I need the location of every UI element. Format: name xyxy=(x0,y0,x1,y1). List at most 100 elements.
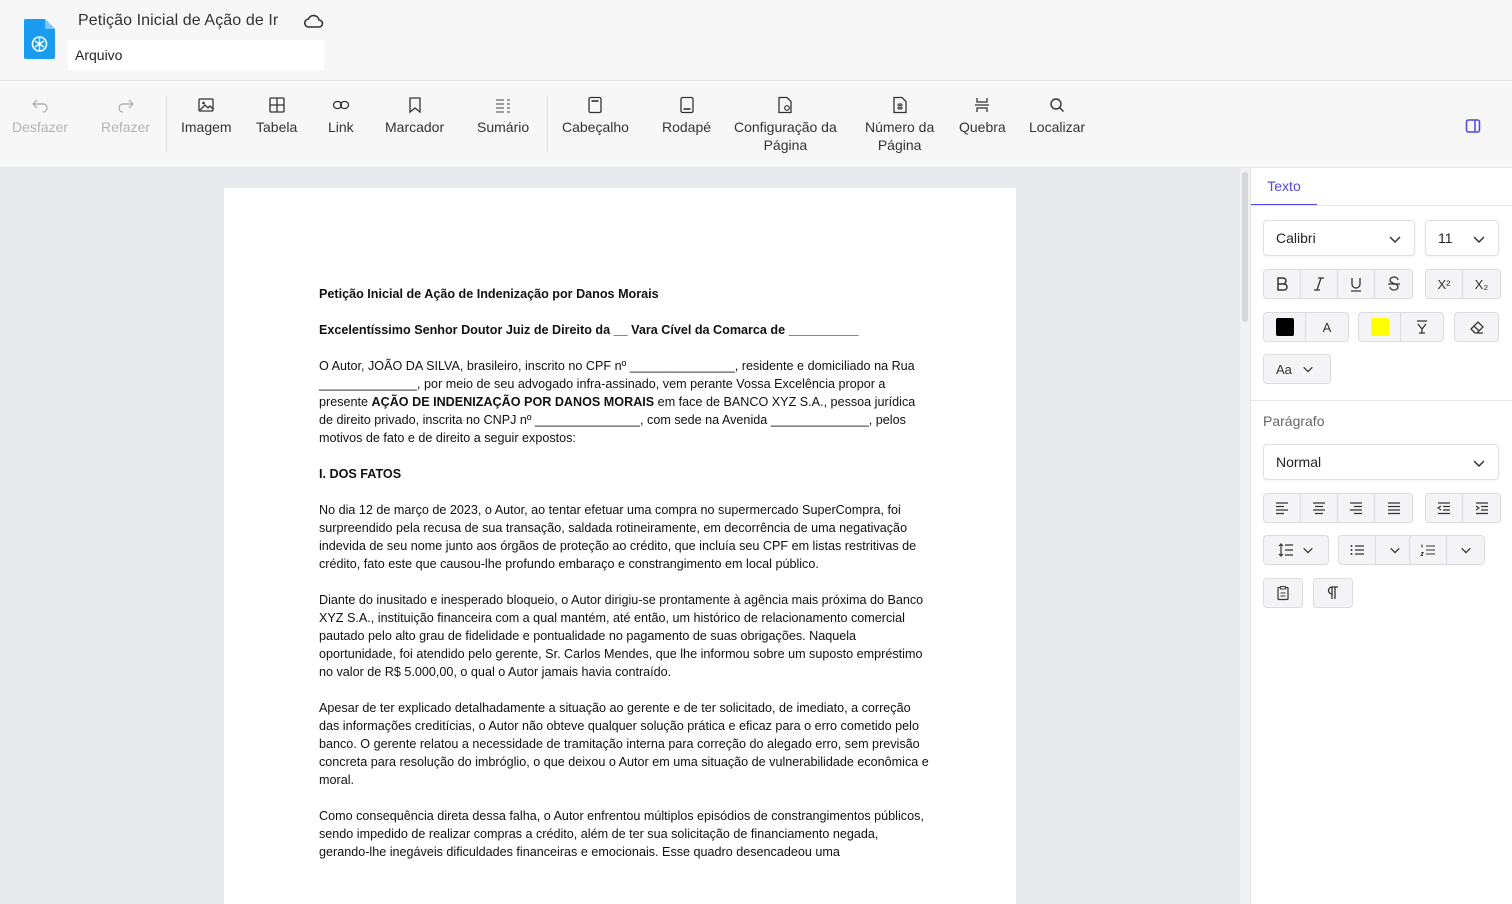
table-icon xyxy=(268,97,285,113)
underline-icon xyxy=(1351,278,1361,292)
document-paragraph: Apesar de ter explicado detalhadamente a… xyxy=(319,701,929,787)
indent-button[interactable] xyxy=(1463,494,1500,522)
document-title[interactable]: Petição Inicial de Ação de Ir xyxy=(78,12,290,30)
font-color-swatch-button[interactable] xyxy=(1264,313,1307,341)
section-heading: I. DOS FATOS xyxy=(319,467,402,481)
tab-divider xyxy=(1251,205,1512,206)
line-spacing-button[interactable] xyxy=(1264,536,1328,564)
align-right-button[interactable] xyxy=(1338,494,1375,522)
document-addressee: Excelentíssimo Senhor Doutor Juiz de Dir… xyxy=(319,323,859,337)
align-center-icon xyxy=(1313,502,1325,515)
header-button[interactable]: Cabeçalho xyxy=(562,96,629,136)
paragraph-spacing-button[interactable] xyxy=(1263,578,1303,608)
bullet-list-dropdown[interactable] xyxy=(1376,536,1413,564)
chevron-down-icon xyxy=(1473,236,1485,244)
editor-canvas: Petição Inicial de Ação de Indenização p… xyxy=(0,168,1240,904)
undo-button[interactable]: Desfazer xyxy=(12,96,68,136)
bullet-list-group xyxy=(1338,535,1414,565)
document-body[interactable]: Petição Inicial de Ação de Indenização p… xyxy=(319,285,929,879)
insert-link-button[interactable]: Link xyxy=(328,96,354,136)
line-spacing-icon xyxy=(1278,543,1293,557)
change-case-button[interactable]: Aa xyxy=(1264,355,1330,383)
menu-file[interactable]: Arquivo xyxy=(75,47,122,63)
highlight-swatch-button[interactable] xyxy=(1359,313,1402,341)
bookmark-label: Marcador xyxy=(385,119,445,135)
show-formatting-marks-button[interactable] xyxy=(1313,578,1353,608)
break-button[interactable]: Quebra xyxy=(959,96,1006,136)
page-break-icon xyxy=(975,98,990,112)
chevron-down-icon xyxy=(1303,366,1313,373)
font-size-select[interactable]: 11 xyxy=(1425,220,1499,256)
find-button[interactable]: Localizar xyxy=(1029,96,1085,136)
page-setup-label-2: Página xyxy=(763,137,808,153)
footer-button[interactable]: Rodapé xyxy=(662,96,711,136)
chevron-down-icon xyxy=(1303,547,1313,554)
sidebar-toggle-icon[interactable] xyxy=(1464,117,1482,135)
font-family-select[interactable]: Calibri xyxy=(1263,220,1415,256)
cloud-save-icon[interactable] xyxy=(304,12,324,30)
subscript-button[interactable]: X₂ xyxy=(1463,270,1500,298)
document-paragraph: Como consequência direta dessa falha, o … xyxy=(319,809,924,859)
page-setup-button[interactable]: Configuração da Página xyxy=(734,96,837,154)
document-intro-paragraph: O Autor, JOÃO DA SILVA, brasileiro, insc… xyxy=(319,357,929,447)
font-family-value: Calibri xyxy=(1276,230,1316,246)
page-header-icon xyxy=(588,96,603,114)
menu-bar: Arquivo xyxy=(68,40,324,70)
chevron-down-icon xyxy=(1389,547,1400,554)
numbered-list-button[interactable] xyxy=(1410,536,1447,564)
highlight-button[interactable] xyxy=(1401,313,1443,341)
page-number-label-2: Página xyxy=(877,137,922,153)
redo-button[interactable]: Refazer xyxy=(101,96,150,136)
tab-text[interactable]: Texto xyxy=(1251,168,1317,206)
redo-icon xyxy=(117,99,134,113)
vertical-scrollbar[interactable] xyxy=(1240,168,1250,904)
image-icon xyxy=(198,98,214,112)
insert-table-button[interactable]: Tabela xyxy=(256,96,297,136)
scrollbar-thumb[interactable] xyxy=(1242,172,1248,322)
strikethrough-icon xyxy=(1387,276,1400,291)
numbered-list-group xyxy=(1409,535,1485,565)
insert-toc-button[interactable]: Sumário xyxy=(477,96,529,136)
numbered-list-dropdown[interactable] xyxy=(1447,536,1484,564)
toolbar: Desfazer Refazer Imagem Tabela Link Marc… xyxy=(0,82,1512,168)
insert-image-button[interactable]: Imagem xyxy=(181,96,232,136)
link-icon xyxy=(332,100,349,110)
change-case-group: Aa xyxy=(1263,354,1331,384)
italic-icon xyxy=(1314,277,1324,291)
italic-button[interactable] xyxy=(1301,270,1338,298)
bullet-list-button[interactable] xyxy=(1339,536,1376,564)
eraser-icon xyxy=(1469,321,1484,334)
superscript-button[interactable]: X² xyxy=(1426,270,1463,298)
align-right-icon xyxy=(1350,502,1362,515)
strikethrough-button[interactable] xyxy=(1375,270,1412,298)
find-label: Localizar xyxy=(1029,119,1086,135)
clear-format-button[interactable] xyxy=(1454,312,1499,342)
page-number-icon xyxy=(892,96,907,114)
paragraph-section-label: Parágrafo xyxy=(1263,413,1325,429)
table-of-contents-icon xyxy=(496,99,511,113)
line-spacing-group xyxy=(1263,535,1329,565)
font-color-button[interactable]: A xyxy=(1306,313,1348,341)
insert-bookmark-button[interactable]: Marcador xyxy=(385,96,444,136)
paragraph-style-select[interactable]: Normal xyxy=(1263,444,1499,480)
header-label: Cabeçalho xyxy=(562,119,629,135)
align-center-button[interactable] xyxy=(1301,494,1338,522)
page-number-label-1: Número da xyxy=(865,119,935,135)
align-left-button[interactable] xyxy=(1264,494,1301,522)
document-page[interactable]: Petição Inicial de Ação de Indenização p… xyxy=(224,188,1016,904)
footer-label: Rodapé xyxy=(662,119,712,135)
outdent-button[interactable] xyxy=(1426,494,1463,522)
page-settings-icon xyxy=(778,96,793,114)
highlighter-icon xyxy=(1417,320,1427,334)
justify-button[interactable] xyxy=(1375,494,1412,522)
pilcrow-icon xyxy=(1327,586,1338,599)
underline-button[interactable] xyxy=(1338,270,1375,298)
redo-label: Refazer xyxy=(101,119,151,135)
page-number-button[interactable]: Número da Página xyxy=(865,96,934,154)
font-color-swatch xyxy=(1275,318,1294,336)
text-style-group xyxy=(1263,269,1413,299)
paste-format-icon xyxy=(1277,586,1289,601)
bold-button[interactable] xyxy=(1264,270,1301,298)
toolbar-divider xyxy=(166,96,167,152)
paragraph-style-value: Normal xyxy=(1276,454,1322,470)
